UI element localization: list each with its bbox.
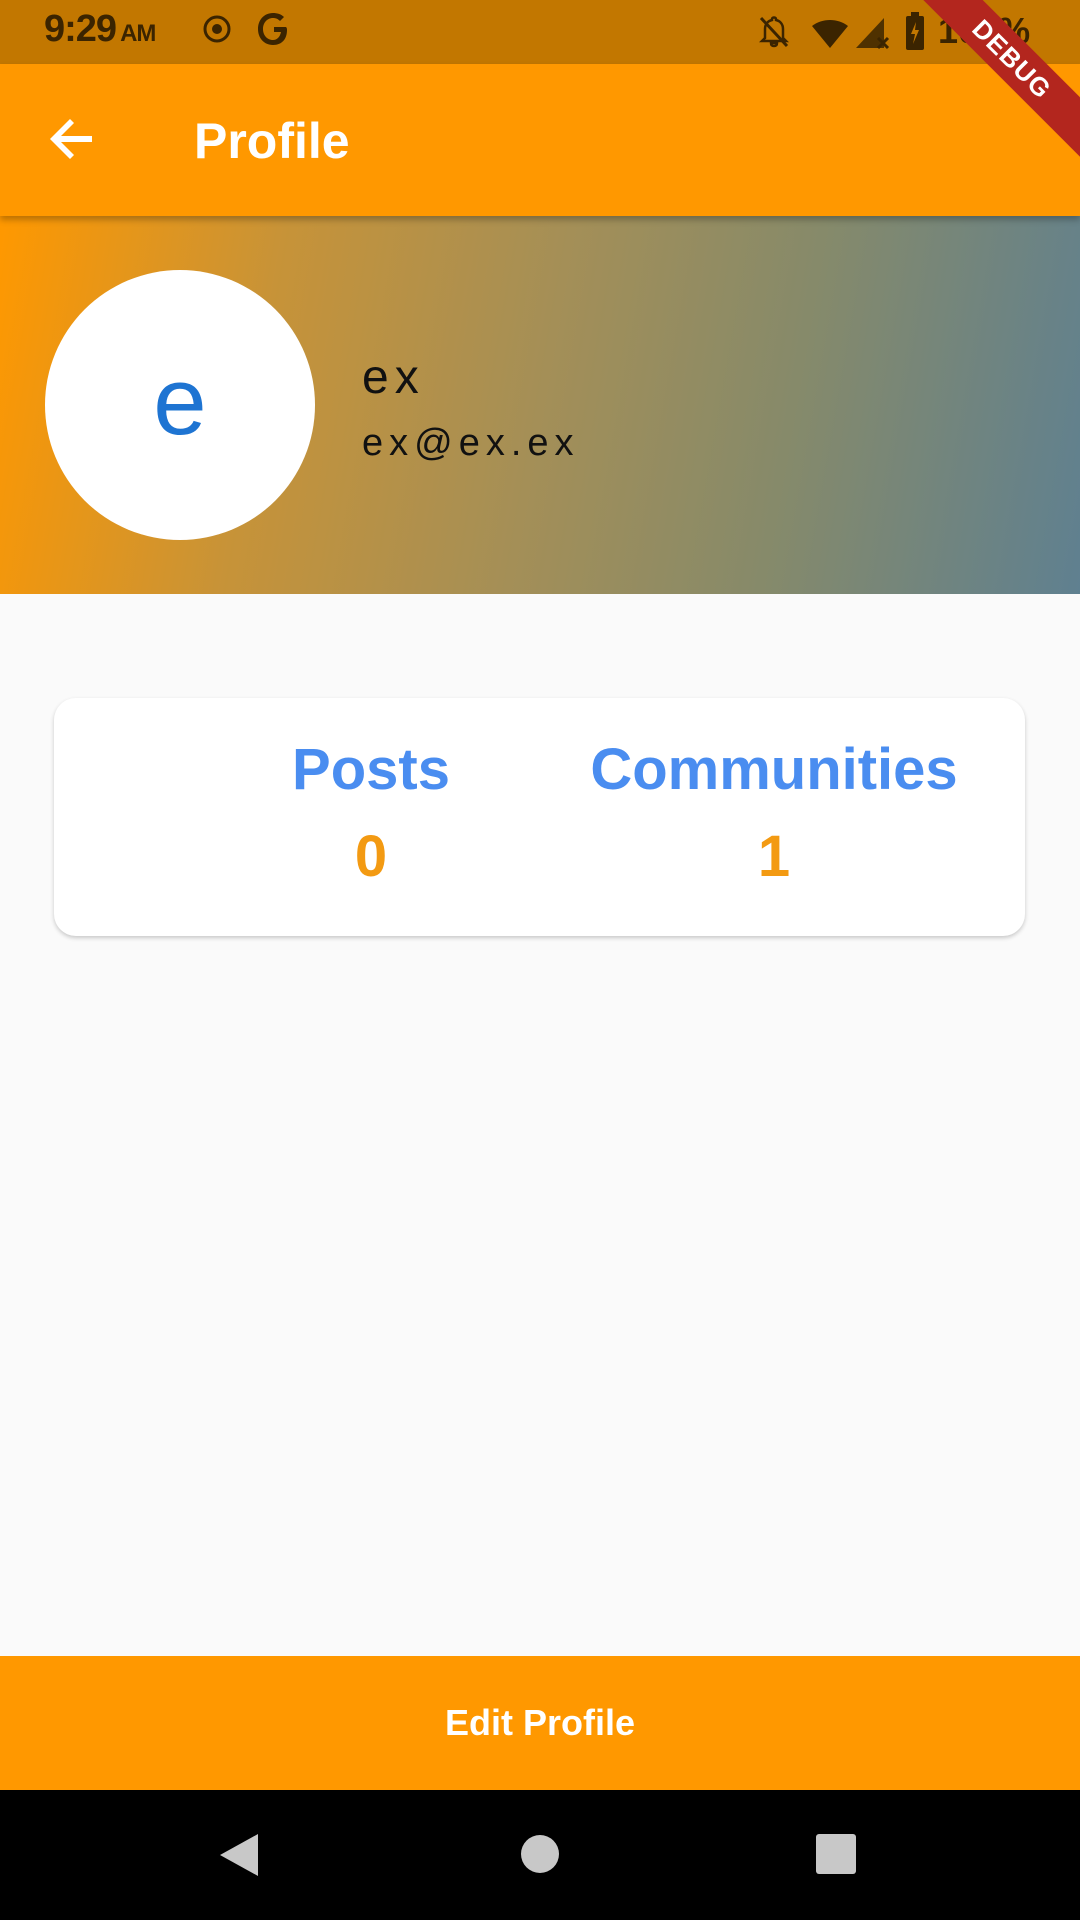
posts-count: 0 (354, 824, 388, 889)
ampm-text: AM (120, 20, 156, 47)
target-icon (202, 14, 232, 49)
notifications-off-icon (758, 14, 790, 55)
edit-profile-button[interactable]: Edit Profile (0, 1656, 1080, 1790)
page-title: Profile (194, 113, 350, 169)
edit-profile-label: Edit Profile (444, 1702, 636, 1743)
debug-banner: DEBUG (920, 0, 1080, 160)
communities-stat[interactable]: Communities 1 (574, 736, 974, 890)
communities-count: 1 (757, 824, 791, 889)
status-bar: 9:29AM 100% (0, 0, 1080, 64)
user-email: ex@ex.ex (362, 422, 580, 464)
navigation-bar (0, 1790, 1080, 1920)
username: ex (362, 351, 425, 404)
back-arrow-icon[interactable] (48, 114, 98, 164)
google-icon (256, 10, 292, 53)
debug-label: DEBUG (920, 0, 1080, 160)
nav-back-icon[interactable] (218, 1832, 260, 1883)
app-bar: Profile (0, 64, 1080, 216)
stats-card: Posts 0 Communities 1 (54, 698, 1025, 936)
communities-label: Communities (590, 737, 958, 802)
wifi-icon (810, 18, 850, 55)
time-text: 9:29 (44, 8, 117, 50)
posts-label: Posts (292, 737, 450, 802)
posts-stat[interactable]: Posts 0 (214, 736, 528, 890)
nav-home-icon[interactable] (520, 1834, 560, 1879)
profile-header: e ex ex@ex.ex (0, 216, 1080, 594)
avatar-letter: e (153, 348, 207, 455)
nav-recents-icon[interactable] (816, 1834, 856, 1879)
avatar: e (45, 270, 315, 540)
signal-icon (854, 16, 890, 55)
status-time: 9:29 AM (44, 8, 156, 51)
